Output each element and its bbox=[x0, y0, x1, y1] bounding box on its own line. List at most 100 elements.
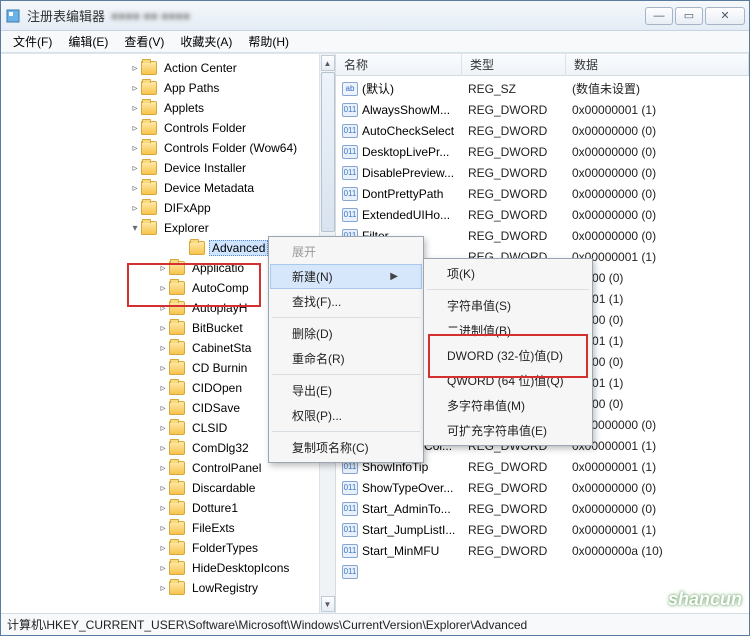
expand-arrow-icon[interactable]: ▹ bbox=[157, 483, 169, 494]
expand-arrow-icon[interactable]: ▹ bbox=[129, 103, 141, 114]
expand-arrow-icon[interactable]: ▾ bbox=[129, 223, 141, 234]
tree-item[interactable]: ▹Device Installer bbox=[9, 158, 335, 178]
tree-item[interactable]: ▹Dotture1 bbox=[9, 498, 335, 518]
value-row[interactable]: 011DisablePreview...REG_DWORD0x00000000 … bbox=[336, 162, 749, 183]
menu-file[interactable]: 文件(F) bbox=[5, 31, 60, 52]
ctx-new-string[interactable]: 字符串值(S) bbox=[425, 293, 591, 318]
tree-label: AutoplayH bbox=[189, 300, 250, 316]
expand-arrow-icon[interactable]: ▹ bbox=[157, 583, 169, 594]
title-obscured: ■■■■ ■■ ■■■■ bbox=[111, 9, 190, 23]
value-row[interactable]: 011Start_MinMFUREG_DWORD0x0000000a (10) bbox=[336, 540, 749, 561]
value-type: REG_DWORD bbox=[468, 481, 572, 495]
col-data[interactable]: 数据 bbox=[566, 54, 749, 76]
tree-item[interactable]: ▹Controls Folder (Wow64) bbox=[9, 138, 335, 158]
folder-icon bbox=[169, 361, 185, 375]
value-type: REG_DWORD bbox=[468, 460, 572, 474]
ctx-sep bbox=[272, 431, 420, 432]
expand-arrow-icon[interactable]: ▹ bbox=[129, 183, 141, 194]
expand-arrow-icon[interactable]: ▹ bbox=[157, 423, 169, 434]
tree-label: CLSID bbox=[189, 420, 230, 436]
value-name: DesktopLivePr... bbox=[362, 145, 468, 159]
window-controls: — ▭ ✕ bbox=[645, 7, 745, 25]
expand-arrow-icon[interactable]: ▹ bbox=[157, 283, 169, 294]
expand-arrow-icon[interactable]: ▹ bbox=[157, 303, 169, 314]
expand-arrow-icon[interactable]: ▹ bbox=[157, 543, 169, 554]
expand-arrow-icon[interactable]: ▹ bbox=[157, 363, 169, 374]
value-row[interactable]: 011ShowTypeOver...REG_DWORD0x00000000 (0… bbox=[336, 477, 749, 498]
expand-arrow-icon[interactable]: ▹ bbox=[129, 123, 141, 134]
expand-arrow-icon[interactable]: ▹ bbox=[129, 163, 141, 174]
minimize-button[interactable]: — bbox=[645, 7, 673, 25]
folder-icon bbox=[169, 461, 185, 475]
expand-arrow-icon[interactable]: ▹ bbox=[129, 83, 141, 94]
tree-item[interactable]: ▹Action Center bbox=[9, 58, 335, 78]
value-data: 00000 (0) bbox=[572, 355, 749, 369]
expand-arrow-icon[interactable]: ▹ bbox=[157, 383, 169, 394]
folder-icon bbox=[141, 181, 157, 195]
value-row[interactable]: 011Start_JumpListI...REG_DWORD0x00000001… bbox=[336, 519, 749, 540]
menu-edit[interactable]: 编辑(E) bbox=[60, 31, 116, 52]
expand-arrow-icon[interactable]: ▹ bbox=[157, 343, 169, 354]
ctx-find[interactable]: 查找(F)... bbox=[270, 289, 422, 314]
ctx-new[interactable]: 新建(N) ▶ bbox=[270, 264, 422, 289]
menu-view[interactable]: 查看(V) bbox=[116, 31, 172, 52]
expand-arrow-icon[interactable]: ▹ bbox=[157, 263, 169, 274]
ctx-new-binary[interactable]: 二进制值(B) bbox=[425, 318, 591, 343]
value-row[interactable]: 011DesktopLivePr...REG_DWORD0x00000000 (… bbox=[336, 141, 749, 162]
scroll-thumb[interactable] bbox=[321, 72, 335, 232]
expand-arrow-icon[interactable]: ▹ bbox=[129, 63, 141, 74]
ctx-export[interactable]: 导出(E) bbox=[270, 378, 422, 403]
tree-item[interactable]: ▹LowRegistry bbox=[9, 578, 335, 598]
col-type[interactable]: 类型 bbox=[462, 54, 566, 76]
ctx-new-expand[interactable]: 可扩充字符串值(E) bbox=[425, 418, 591, 443]
value-row[interactable]: 011AlwaysShowM...REG_DWORD0x00000001 (1) bbox=[336, 99, 749, 120]
binary-value-icon: 011 bbox=[342, 103, 358, 117]
ctx-new-qword[interactable]: QWORD (64 位)值(Q) bbox=[425, 368, 591, 393]
close-button[interactable]: ✕ bbox=[705, 7, 745, 25]
menu-fav[interactable]: 收藏夹(A) bbox=[172, 31, 240, 52]
tree-item[interactable]: ▹Applets bbox=[9, 98, 335, 118]
expand-arrow-icon[interactable]: ▹ bbox=[157, 503, 169, 514]
tree-item[interactable]: ▹App Paths bbox=[9, 78, 335, 98]
ctx-rename[interactable]: 重命名(R) bbox=[270, 346, 422, 371]
expand-arrow-icon[interactable]: ▹ bbox=[129, 203, 141, 214]
ctx-new-multi[interactable]: 多字符串值(M) bbox=[425, 393, 591, 418]
folder-icon bbox=[169, 501, 185, 515]
value-row[interactable]: ab(默认)REG_SZ(数值未设置) bbox=[336, 78, 749, 99]
value-row[interactable]: 011Start_AdminTo...REG_DWORD0x00000000 (… bbox=[336, 498, 749, 519]
scroll-down-icon[interactable]: ▼ bbox=[321, 596, 335, 612]
expand-arrow-icon[interactable]: ▹ bbox=[157, 443, 169, 454]
ctx-new-dword[interactable]: DWORD (32-位)值(D) bbox=[425, 343, 591, 368]
value-data: 0x00000000 (0) bbox=[572, 124, 749, 138]
ctx-copykeyname[interactable]: 复制项名称(C) bbox=[270, 435, 422, 460]
tree-item[interactable]: ▹Discardable bbox=[9, 478, 335, 498]
expand-arrow-icon[interactable]: ▹ bbox=[129, 143, 141, 154]
ctx-delete[interactable]: 删除(D) bbox=[270, 321, 422, 346]
scroll-up-icon[interactable]: ▲ bbox=[321, 55, 335, 71]
value-row[interactable]: 011DontPrettyPathREG_DWORD0x00000000 (0) bbox=[336, 183, 749, 204]
ctx-new-key[interactable]: 项(K) bbox=[425, 261, 591, 286]
maximize-button[interactable]: ▭ bbox=[675, 7, 703, 25]
ctx-permissions[interactable]: 权限(P)... bbox=[270, 403, 422, 428]
tree-item[interactable]: ▹HideDesktopIcons bbox=[9, 558, 335, 578]
col-name[interactable]: 名称 bbox=[336, 54, 462, 76]
value-row[interactable]: 011 bbox=[336, 561, 749, 582]
ctx-expand[interactable]: 展开 bbox=[270, 239, 422, 264]
folder-icon bbox=[141, 101, 157, 115]
tree-item[interactable]: ▹FileExts bbox=[9, 518, 335, 538]
value-row[interactable]: 011AutoCheckSelectREG_DWORD0x00000000 (0… bbox=[336, 120, 749, 141]
tree-item[interactable]: ▹DIFxApp bbox=[9, 198, 335, 218]
tree-label: BitBucket bbox=[189, 320, 246, 336]
value-row[interactable]: 011ExtendedUIHo...REG_DWORD0x00000000 (0… bbox=[336, 204, 749, 225]
expand-arrow-icon[interactable]: ▹ bbox=[157, 463, 169, 474]
menu-help[interactable]: 帮助(H) bbox=[240, 31, 297, 52]
titlebar[interactable]: 注册表编辑器 ■■■■ ■■ ■■■■ — ▭ ✕ bbox=[1, 1, 749, 31]
tree-item[interactable]: ▾Explorer bbox=[9, 218, 335, 238]
expand-arrow-icon[interactable]: ▹ bbox=[157, 403, 169, 414]
tree-item[interactable]: ▹Device Metadata bbox=[9, 178, 335, 198]
expand-arrow-icon[interactable]: ▹ bbox=[157, 563, 169, 574]
tree-item[interactable]: ▹FolderTypes bbox=[9, 538, 335, 558]
tree-item[interactable]: ▹Controls Folder bbox=[9, 118, 335, 138]
expand-arrow-icon[interactable]: ▹ bbox=[157, 523, 169, 534]
expand-arrow-icon[interactable]: ▹ bbox=[157, 323, 169, 334]
